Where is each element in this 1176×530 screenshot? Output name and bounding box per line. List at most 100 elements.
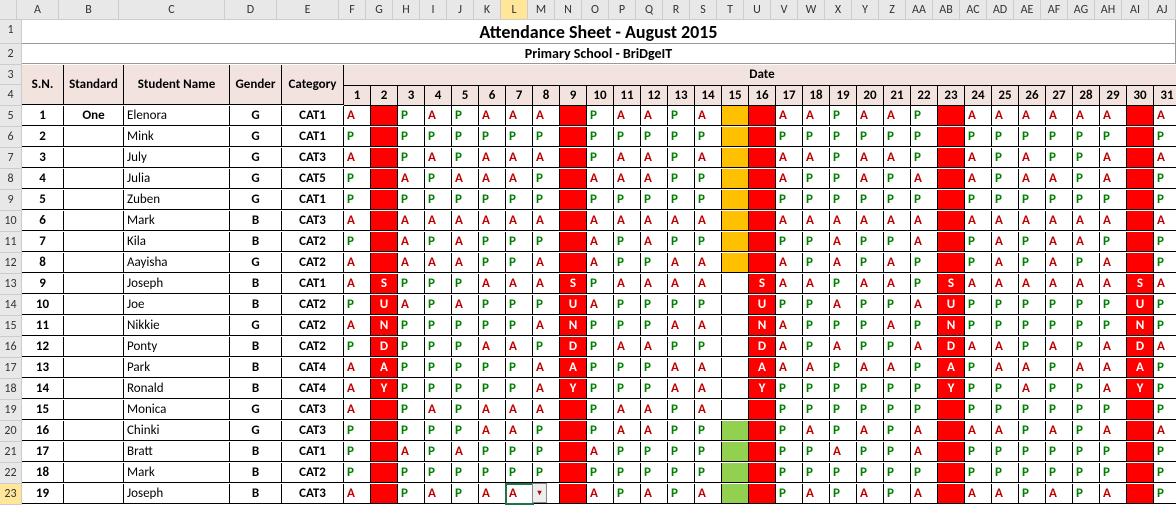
cell-day15[interactable] xyxy=(722,442,749,462)
cell-attendance-day28[interactable]: P xyxy=(1073,337,1100,357)
row-header-1[interactable]: 1 xyxy=(0,20,22,44)
cell-attendance-day3[interactable]: P xyxy=(398,106,425,126)
row-header-16[interactable]: 16 xyxy=(0,337,22,358)
cell-standard[interactable] xyxy=(64,316,124,336)
cell-attendance-day6[interactable]: P xyxy=(479,442,506,462)
cell-attendance-day4[interactable]: P xyxy=(425,127,452,147)
cell-sunday-day9[interactable]: S xyxy=(560,274,587,294)
cell-attendance-day25[interactable]: P xyxy=(992,316,1019,336)
cell-category[interactable]: CAT3 xyxy=(282,211,344,231)
cell-attendance-day7[interactable]: P xyxy=(506,253,533,273)
cell-attendance-day26[interactable]: P xyxy=(1019,421,1046,441)
cell-attendance-day12[interactable]: A xyxy=(641,421,668,441)
cell-student-name[interactable]: Julia xyxy=(124,169,230,189)
row-header-2[interactable]: 2 xyxy=(0,44,22,65)
cell-attendance-day11[interactable]: A xyxy=(614,169,641,189)
cell-attendance-day6[interactable]: A xyxy=(479,211,506,231)
cell-attendance-day7[interactable]: A xyxy=(506,211,533,231)
cell-attendance-day26[interactable]: P xyxy=(1019,442,1046,462)
cell-attendance-day17[interactable]: P xyxy=(776,463,803,483)
cell-attendance-day10[interactable]: P xyxy=(587,127,614,147)
cell-sunday-day9[interactable] xyxy=(560,484,587,504)
cell-attendance-day24[interactable]: P xyxy=(965,379,992,399)
cell-attendance-day7[interactable]: P xyxy=(506,232,533,252)
cell-sn[interactable]: 6 xyxy=(22,211,64,231)
cell-category[interactable]: CAT2 xyxy=(282,337,344,357)
row-header-3[interactable]: 3 xyxy=(0,65,22,85)
cell-attendance-day22[interactable]: A xyxy=(911,169,938,189)
cell-sunday-day30[interactable] xyxy=(1127,190,1154,210)
cell-attendance-day13[interactable]: A xyxy=(668,274,695,294)
cell-attendance-day21[interactable]: P xyxy=(884,442,911,462)
cell-attendance-day11[interactable]: A xyxy=(614,106,641,126)
cell-student-name[interactable]: Aayisha xyxy=(124,253,230,273)
row-header-12[interactable]: 12 xyxy=(0,253,22,274)
cell-attendance-day28[interactable]: P xyxy=(1073,253,1100,273)
cell-student-name[interactable]: Monica xyxy=(124,400,230,420)
cell-attendance-day27[interactable]: P xyxy=(1046,127,1073,147)
cell-sunday-day16[interactable] xyxy=(749,127,776,147)
cell-sunday-day2[interactable] xyxy=(371,106,398,126)
cell-attendance-day12[interactable]: P xyxy=(641,463,668,483)
cell-attendance-day11[interactable]: P xyxy=(614,127,641,147)
cell-attendance-day7[interactable]: A xyxy=(506,400,533,420)
cell-attendance-day6[interactable]: P xyxy=(479,358,506,378)
cell-attendance-day17[interactable]: P xyxy=(776,232,803,252)
cell-attendance-day3[interactable]: P xyxy=(398,190,425,210)
cell-sunday-day30[interactable]: D xyxy=(1127,337,1154,357)
cell-sunday-day16[interactable] xyxy=(749,148,776,168)
cell-category[interactable]: CAT3 xyxy=(282,484,344,504)
cell-sunday-day16[interactable] xyxy=(749,211,776,231)
cell-attendance-day24[interactable]: P xyxy=(965,316,992,336)
cell-attendance-day8[interactable]: P xyxy=(533,169,560,189)
cell-sn[interactable]: 5 xyxy=(22,190,64,210)
cell-attendance-day12[interactable]: A xyxy=(641,484,668,504)
cell-attendance-day20[interactable]: A xyxy=(857,274,884,294)
cell-standard[interactable] xyxy=(64,421,124,441)
cell-day15[interactable] xyxy=(722,421,749,441)
cell-sunday-day9[interactable] xyxy=(560,127,587,147)
cell-sn[interactable]: 9 xyxy=(22,274,64,294)
col-header-X[interactable]: X xyxy=(825,0,852,19)
cell-attendance-day22[interactable]: P xyxy=(911,316,938,336)
cell-attendance-day24[interactable]: P xyxy=(965,358,992,378)
cell-attendance-day12[interactable]: P xyxy=(641,295,668,315)
cell-attendance-day3[interactable]: A xyxy=(398,442,425,462)
cell-attendance-day10[interactable]: A xyxy=(587,253,614,273)
cell-student-name[interactable]: July xyxy=(124,148,230,168)
col-header-Z[interactable]: Z xyxy=(879,0,906,19)
cell-attendance-day1[interactable]: A xyxy=(344,400,371,420)
cell-attendance-day28[interactable]: A xyxy=(1073,232,1100,252)
cell-attendance-day18[interactable]: A xyxy=(803,274,830,294)
cell-attendance-day1[interactable]: P xyxy=(344,463,371,483)
cell-attendance-day6[interactable]: A xyxy=(479,400,506,420)
cell-attendance-day12[interactable]: A xyxy=(641,106,668,126)
cell-sunday-day2[interactable]: U xyxy=(371,295,398,315)
col-header-AG[interactable]: AG xyxy=(1068,0,1095,19)
cell-attendance-day12[interactable]: P xyxy=(641,316,668,336)
cell-gender[interactable]: G xyxy=(230,169,282,189)
cell-sunday-day16[interactable] xyxy=(749,232,776,252)
cell-sunday-day16[interactable] xyxy=(749,190,776,210)
cell-attendance-day12[interactable]: P xyxy=(641,358,668,378)
cell-student-name[interactable]: Kila xyxy=(124,232,230,252)
cell-sn[interactable]: 1 xyxy=(22,106,64,126)
cell-attendance-day19[interactable]: A xyxy=(830,253,857,273)
row-header-9[interactable]: 9 xyxy=(0,190,22,211)
cell-attendance-day20[interactable]: P xyxy=(857,295,884,315)
cell-gender[interactable]: G xyxy=(230,148,282,168)
cell-category[interactable]: CAT4 xyxy=(282,379,344,399)
col-header-AJ[interactable]: AJ xyxy=(1149,0,1176,19)
cell-sunday-day23[interactable] xyxy=(938,211,965,231)
cell-sunday-day23[interactable] xyxy=(938,400,965,420)
cell-attendance-day18[interactable]: P xyxy=(803,169,830,189)
cell-attendance-day17[interactable]: A xyxy=(776,253,803,273)
col-header-D[interactable]: D xyxy=(225,0,277,19)
cell-sunday-day30[interactable]: N xyxy=(1127,316,1154,336)
cell-attendance-day31[interactable]: A xyxy=(1154,211,1176,231)
cell-attendance-day25[interactable]: A xyxy=(992,358,1019,378)
cell-attendance-day18[interactable]: P xyxy=(803,190,830,210)
cell-sunday-day16[interactable] xyxy=(749,169,776,189)
cell-attendance-day8[interactable]: P xyxy=(533,232,560,252)
cell-attendance-day11[interactable]: A xyxy=(614,421,641,441)
